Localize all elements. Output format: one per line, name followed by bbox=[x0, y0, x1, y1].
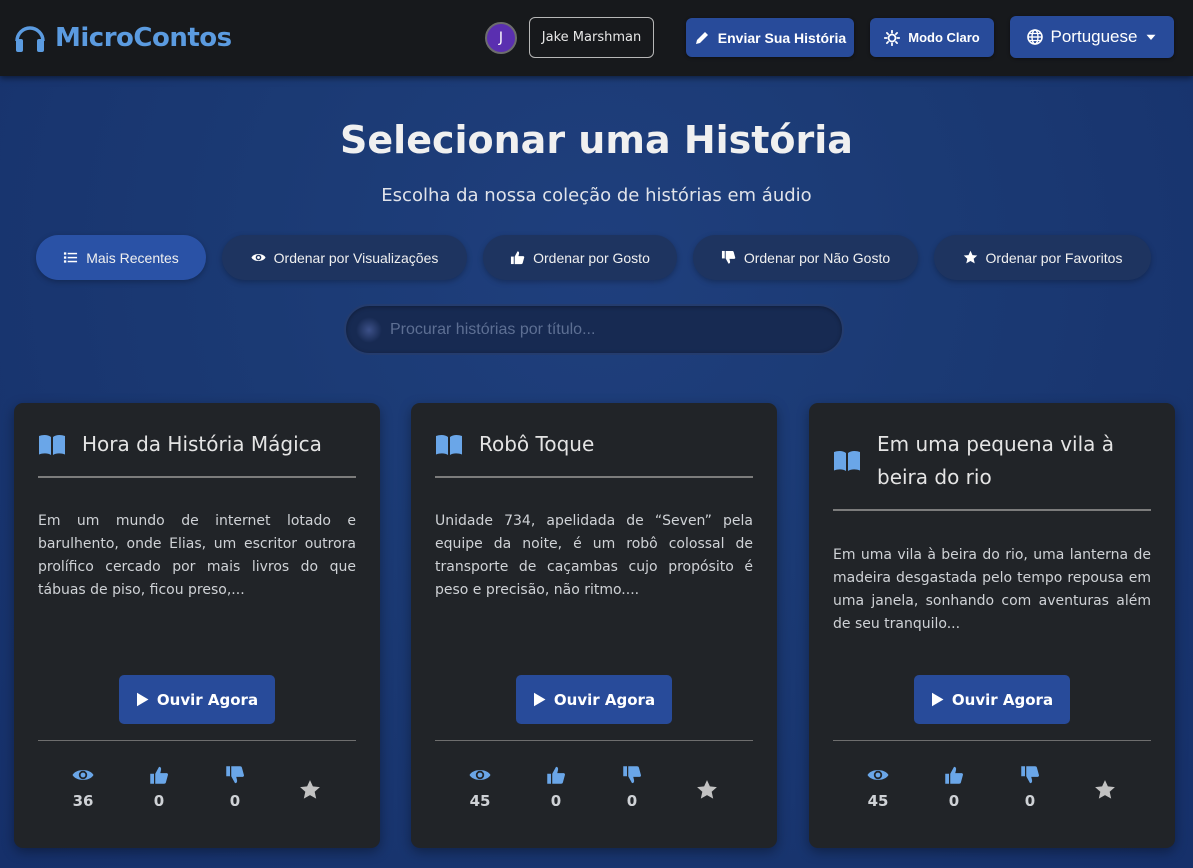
likes-stat[interactable]: 0 bbox=[536, 765, 576, 810]
listen-now-button[interactable]: Ouvir Agora bbox=[516, 675, 672, 724]
sort-likes-button[interactable]: Ordenar por Gosto bbox=[483, 235, 677, 280]
dislikes-count: 0 bbox=[1024, 792, 1036, 810]
views-count: 45 bbox=[867, 792, 889, 810]
search-input[interactable] bbox=[344, 304, 844, 355]
listen-now-button[interactable]: Ouvir Agora bbox=[914, 675, 1070, 724]
sort-likes-label: Ordenar por Gosto bbox=[533, 249, 650, 266]
headphones-icon bbox=[15, 26, 45, 52]
views-stat: 45 bbox=[858, 765, 898, 810]
thumbs-down-icon bbox=[721, 250, 736, 264]
stats-divider bbox=[38, 740, 356, 741]
eye-icon bbox=[251, 253, 266, 262]
story-title[interactable]: Robô Toque bbox=[479, 428, 594, 461]
brand-name: MicroContos bbox=[55, 23, 232, 53]
likes-count: 0 bbox=[948, 792, 960, 810]
theme-toggle-label: Modo Claro bbox=[908, 30, 980, 45]
navbar: MicroContos J Jake Marshman Enviar Sua H… bbox=[0, 0, 1193, 76]
thumbs-down-icon bbox=[623, 766, 641, 784]
story-card: Robô Toque Unidade 734, apelidada de “Se… bbox=[411, 403, 777, 848]
story-excerpt: Em uma vila à beira do rio, uma lanterna… bbox=[833, 547, 1151, 632]
dislikes-stat[interactable]: 0 bbox=[612, 765, 652, 810]
thumbs-down-icon bbox=[1021, 766, 1039, 784]
star-icon bbox=[963, 250, 977, 264]
thumbs-down-icon bbox=[226, 766, 244, 784]
title-divider bbox=[435, 476, 753, 478]
sun-icon bbox=[884, 29, 901, 46]
story-card-header: Hora da História Mágica bbox=[38, 428, 356, 461]
sort-dislikes-label: Ordenar por Não Gosto bbox=[743, 249, 891, 266]
story-card: Hora da História Mágica Em um mundo de i… bbox=[14, 403, 380, 848]
eye-icon bbox=[469, 770, 491, 780]
language-label: Portuguese bbox=[1050, 27, 1138, 46]
page-subtitle: Escolha da nossa coleção de histórias em… bbox=[381, 185, 812, 206]
play-icon bbox=[533, 692, 546, 707]
sort-favorites-button[interactable]: Ordenar por Favoritos bbox=[934, 235, 1151, 280]
likes-count: 0 bbox=[550, 792, 562, 810]
favorite-star-icon[interactable] bbox=[696, 779, 718, 801]
listen-now-label: Ouvir Agora bbox=[553, 690, 656, 709]
stats-divider bbox=[833, 740, 1151, 741]
views-count: 36 bbox=[72, 792, 94, 810]
views-stat: 36 bbox=[63, 765, 103, 810]
user-profile-button[interactable]: Jake Marshman bbox=[529, 17, 654, 58]
title-divider bbox=[833, 509, 1151, 511]
thumbs-up-icon bbox=[150, 766, 168, 784]
sort-recent-button[interactable]: Mais Recentes bbox=[36, 235, 206, 280]
story-title[interactable]: Hora da História Mágica bbox=[82, 428, 322, 461]
likes-count: 0 bbox=[153, 792, 165, 810]
eye-icon bbox=[72, 770, 94, 780]
thumbs-up-icon bbox=[945, 766, 963, 784]
play-icon bbox=[931, 692, 944, 707]
favorite-star-icon[interactable] bbox=[299, 779, 321, 801]
eye-icon bbox=[867, 770, 889, 780]
story-card-header: Robô Toque bbox=[435, 428, 753, 461]
pencil-icon bbox=[695, 31, 708, 44]
listen-now-label: Ouvir Agora bbox=[156, 690, 259, 709]
submit-story-label: Enviar Sua História bbox=[717, 29, 847, 46]
likes-stat[interactable]: 0 bbox=[139, 765, 179, 810]
dislikes-stat[interactable]: 0 bbox=[1010, 765, 1050, 810]
story-excerpt: Unidade 734, apelidada de “Seven” pela e… bbox=[435, 513, 753, 598]
language-dropdown[interactable]: Portuguese bbox=[1010, 16, 1174, 58]
story-card: Em uma pequena vila à beira do rio Em um… bbox=[809, 403, 1175, 848]
title-divider bbox=[38, 476, 356, 478]
play-icon bbox=[136, 692, 149, 707]
brand-logo[interactable]: MicroContos bbox=[13, 20, 232, 56]
dislikes-count: 0 bbox=[229, 792, 241, 810]
views-stat: 45 bbox=[460, 765, 500, 810]
dislikes-stat[interactable]: 0 bbox=[215, 765, 255, 810]
submit-story-button[interactable]: Enviar Sua História bbox=[686, 18, 854, 57]
sort-dislikes-button[interactable]: Ordenar por Não Gosto bbox=[693, 235, 918, 280]
sort-views-label: Ordenar por Visualizações bbox=[273, 249, 439, 266]
sort-views-button[interactable]: Ordenar por Visualizações bbox=[222, 235, 467, 280]
views-count: 45 bbox=[469, 792, 491, 810]
thumbs-up-icon bbox=[511, 251, 525, 265]
avatar[interactable]: J bbox=[485, 22, 517, 54]
list-icon bbox=[64, 252, 78, 263]
globe-icon bbox=[1026, 29, 1043, 45]
likes-stat[interactable]: 0 bbox=[934, 765, 974, 810]
listen-now-button[interactable]: Ouvir Agora bbox=[119, 675, 275, 724]
stats-divider bbox=[435, 740, 753, 741]
page-title: Selecionar uma História bbox=[340, 118, 853, 162]
open-book-icon bbox=[436, 434, 462, 455]
story-title[interactable]: Em uma pequena vila à beira do rio bbox=[877, 428, 1151, 494]
thumbs-up-icon bbox=[547, 766, 565, 784]
open-book-icon bbox=[39, 434, 65, 455]
story-card-header: Em uma pequena vila à beira do rio bbox=[833, 428, 1151, 494]
favorite-star-icon[interactable] bbox=[1094, 779, 1116, 801]
dislikes-count: 0 bbox=[626, 792, 638, 810]
caret-down-icon bbox=[1146, 34, 1156, 40]
open-book-icon bbox=[834, 450, 860, 471]
theme-toggle-button[interactable]: Modo Claro bbox=[870, 18, 994, 57]
sort-recent-label: Mais Recentes bbox=[86, 249, 179, 266]
listen-now-label: Ouvir Agora bbox=[951, 690, 1054, 709]
sort-favorites-label: Ordenar por Favoritos bbox=[985, 249, 1123, 266]
story-excerpt: Em um mundo de internet lotado e barulhe… bbox=[38, 513, 356, 598]
